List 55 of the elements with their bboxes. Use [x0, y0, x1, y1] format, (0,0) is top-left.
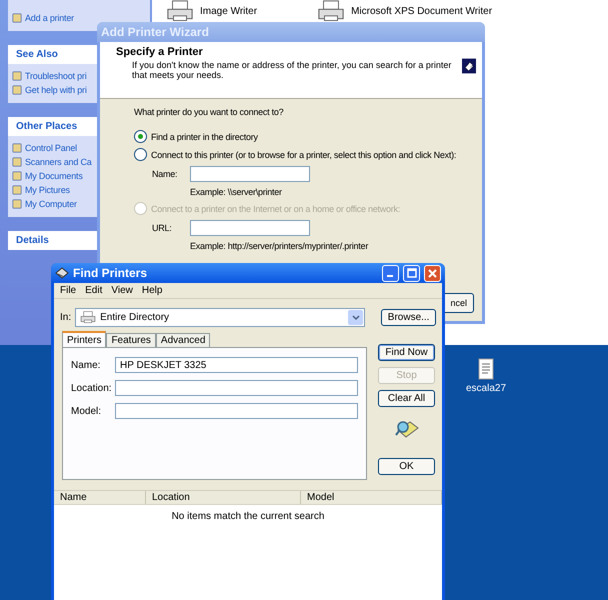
radio-label: Connect to this printer (or to browse for a printer, select this option and click Next):	[151, 150, 456, 160]
field-label: In:	[60, 312, 72, 323]
window-title: Add Printer Wizard	[101, 25, 210, 39]
radio-button[interactable]	[134, 148, 147, 161]
browse-button[interactable]: Browse...	[381, 309, 436, 326]
tab[interactable]: Printers	[62, 331, 106, 347]
field-label: Model:	[71, 406, 102, 416]
menu-item[interactable]: Edit	[85, 285, 102, 296]
field-label: URL:	[152, 223, 173, 233]
close-icon	[428, 268, 437, 278]
printer-name[interactable]: Microsoft XPS Document Writer	[351, 6, 492, 17]
sidebar-link[interactable]: My Pictures	[25, 185, 70, 195]
close-button[interactable]	[424, 264, 441, 282]
example-text: Example: \\server\printer	[189, 187, 283, 197]
sidebar-link[interactable]: Control Panel	[25, 143, 77, 153]
minimize-button[interactable]	[382, 264, 399, 282]
text-field[interactable]	[115, 403, 358, 419]
menu-item[interactable]: View	[111, 285, 133, 296]
document-icon[interactable]	[478, 358, 494, 380]
question-text: What printer do you want to connect to?	[134, 107, 284, 117]
radio-label: Find a printer in the directory	[151, 132, 258, 142]
field-label: Name:	[152, 169, 178, 179]
field-label: Name:	[71, 360, 102, 370]
tab[interactable]: Advanced	[156, 333, 210, 347]
sidebar-link[interactable]: My Computer	[25, 199, 77, 209]
text-field[interactable]	[115, 380, 358, 396]
sidebar-link[interactable]: Get help with pri	[25, 85, 87, 95]
radio-button[interactable]	[134, 130, 147, 143]
column-header[interactable]: Name	[54, 491, 146, 504]
window-title: Find Printers	[73, 266, 148, 280]
scope-dropdown[interactable]: Entire Directory	[75, 308, 366, 327]
sidebar-link[interactable]: Scanners and Ca	[25, 157, 92, 167]
radio-label: Connect to a printer on the Internet or on a home or office network:	[151, 204, 400, 214]
empty-message: No items match the current search	[172, 511, 324, 522]
text-field[interactable]	[190, 166, 310, 182]
menu-item[interactable]: File	[60, 285, 76, 296]
sidebar-link[interactable]: Troubleshoot pri	[25, 71, 87, 81]
printer-name[interactable]: Image Writer	[200, 6, 258, 17]
action-button[interactable]: Find Now	[378, 344, 435, 361]
sidebar-link[interactable]: My Documents	[25, 171, 83, 181]
task-icon	[12, 13, 22, 23]
text-field[interactable]: HP DESKJET 3325	[115, 357, 358, 373]
action-button[interactable]: Clear All	[378, 390, 435, 407]
sidebar-link[interactable]: Add a printer	[25, 13, 74, 23]
maximize-icon	[406, 268, 416, 278]
chevron-icon[interactable]	[348, 310, 364, 325]
column-header[interactable]: Model	[301, 491, 442, 504]
field-label: Location:	[71, 382, 113, 394]
menu-item[interactable]: Help	[142, 285, 162, 296]
maximize-button[interactable]	[403, 264, 420, 282]
example-text: Example: http://server/printers/myprinter/.printer	[189, 241, 370, 251]
tab[interactable]: Features	[106, 333, 156, 347]
column-header[interactable]: Location	[146, 491, 301, 504]
desktop-icon-label[interactable]: escala27	[466, 383, 506, 394]
ok-button[interactable]: OK	[378, 458, 435, 475]
